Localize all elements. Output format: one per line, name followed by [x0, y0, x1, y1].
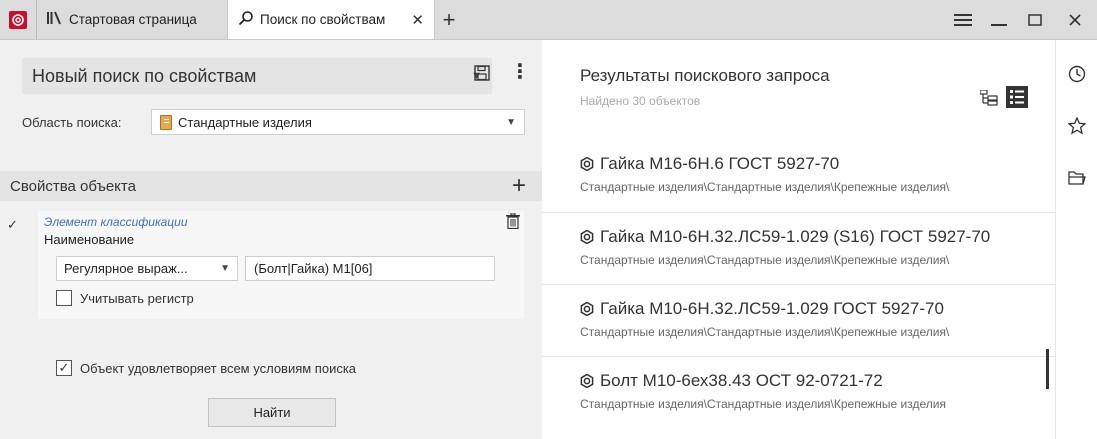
all-conditions-row: ✓ Объект удовлетворяет всем условиям пои… [56, 360, 356, 376]
menu-icon[interactable] [945, 0, 981, 40]
close-icon[interactable]: ✕ [411, 11, 424, 29]
list-item[interactable]: Гайка М16-6Н.6 ГОСТ 5927-70 Стандартные … [542, 140, 1055, 212]
app-window: Стартовая страница Поиск по свойствам ✕ … [0, 0, 1097, 439]
list-item[interactable]: Болт М10-6ех38.43 ОСТ 92-0721-72 Стандар… [542, 356, 1055, 428]
condition-value-input[interactable]: (Болт|Гайка) М1[06] [245, 256, 495, 281]
operator-value: Регулярное выраж... [64, 261, 188, 276]
list-item[interactable]: Гайка М10-6Н.32.ЛС59-1.029 (S16) ГОСТ 59… [542, 212, 1055, 284]
window-controls [945, 0, 1097, 39]
result-path: Стандартные изделия\Стандартные изделия\… [580, 325, 950, 339]
add-condition-button[interactable]: + [512, 172, 532, 200]
result-name: Гайка М10-6Н.32.ЛС59-1.029 ГОСТ 5927-70 [600, 299, 944, 318]
properties-title: Свойства объекта [10, 177, 136, 195]
search-panel: Новый поиск по свойствам ▼ ⋮ Область пои… [0, 40, 542, 439]
chevron-down-icon: ▼ [220, 263, 230, 274]
tab-home-label: Стартовая страница [69, 12, 197, 27]
history-icon[interactable] [1067, 64, 1087, 84]
app-logo-icon[interactable] [0, 0, 36, 40]
book-icon [160, 114, 172, 130]
search-area-select[interactable]: Стандартные изделия ▼ [151, 109, 525, 135]
nut-icon [580, 157, 594, 171]
more-icon[interactable]: ⋮ [510, 62, 530, 82]
result-name: Гайка М10-6Н.32.ЛС59-1.029 (S16) ГОСТ 59… [600, 227, 991, 246]
check-icon[interactable]: ✓ [7, 217, 18, 233]
title-bar: Стартовая страница Поиск по свойствам ✕ … [0, 0, 1097, 40]
star-icon[interactable] [1067, 116, 1087, 136]
condition-block: ✓ Элемент классификации Наименование Рег… [0, 201, 542, 321]
side-toolbar [1055, 40, 1097, 439]
all-conditions-label: Объект удовлетворяет всем условиям поиск… [80, 360, 357, 376]
search-area-value: Стандартные изделия [178, 114, 312, 130]
tab-search-label: Поиск по свойствам [260, 12, 386, 27]
tab-home[interactable]: Стартовая страница [37, 0, 227, 39]
results-list: Гайка М16-6Н.6 ГОСТ 5927-70 Стандартные … [542, 140, 1055, 428]
case-sensitive-checkbox[interactable] [56, 290, 72, 306]
find-button[interactable]: Найти [208, 398, 336, 427]
result-path: Стандартные изделия\Стандартные изделия\… [580, 180, 950, 194]
condition-attribute: Наименование [44, 232, 135, 247]
result-name: Гайка М16-6Н.6 ГОСТ 5927-70 [600, 154, 840, 173]
nut-icon [580, 374, 594, 388]
chevron-down-icon: ▼ [506, 116, 516, 128]
trash-icon[interactable] [506, 212, 520, 234]
results-panel: Результаты поискового запроса Найдено 30… [542, 40, 1055, 439]
minimize-icon[interactable] [981, 0, 1017, 40]
close-window-icon[interactable] [1053, 0, 1097, 40]
search-name-dropdown[interactable]: Новый поиск по свойствам ▼ [22, 58, 492, 94]
save-icon[interactable] [474, 65, 490, 86]
operator-select[interactable]: Регулярное выраж... ▼ [56, 256, 238, 281]
results-title: Результаты поискового запроса [580, 66, 830, 85]
case-sensitive-label: Учитывать регистр [80, 290, 194, 306]
all-conditions-checkbox[interactable]: ✓ [56, 360, 72, 376]
condition-category-link[interactable]: Элемент классификации [44, 215, 188, 229]
plus-icon[interactable]: + [435, 0, 463, 39]
search-area-label: Область поиска: [22, 115, 122, 130]
maximize-icon[interactable] [1017, 0, 1053, 40]
list-view-icon[interactable] [1006, 86, 1028, 113]
library-icon [47, 11, 63, 28]
result-path: Стандартные изделия\Стандартные изделия\… [580, 397, 946, 411]
folder-icon[interactable] [1067, 168, 1087, 188]
properties-header: Свойства объекта + [0, 171, 542, 201]
tree-view-icon[interactable] [979, 89, 998, 111]
scrollbar-thumb[interactable] [1046, 349, 1049, 389]
results-count: Найдено 30 объектов [580, 94, 701, 108]
list-item[interactable]: Гайка М10-6Н.32.ЛС59-1.029 ГОСТ 5927-70 … [542, 284, 1055, 356]
result-name: Болт М10-6ех38.43 ОСТ 92-0721-72 [600, 371, 883, 390]
nut-icon [580, 230, 594, 244]
case-sensitive-row: Учитывать регистр [56, 290, 194, 306]
tab-search[interactable]: Поиск по свойствам ✕ [227, 0, 435, 39]
search-title: Новый поиск по свойствам [32, 65, 257, 86]
search-icon [238, 10, 254, 29]
result-path: Стандартные изделия\Стандартные изделия\… [580, 253, 950, 267]
nut-icon [580, 302, 594, 316]
